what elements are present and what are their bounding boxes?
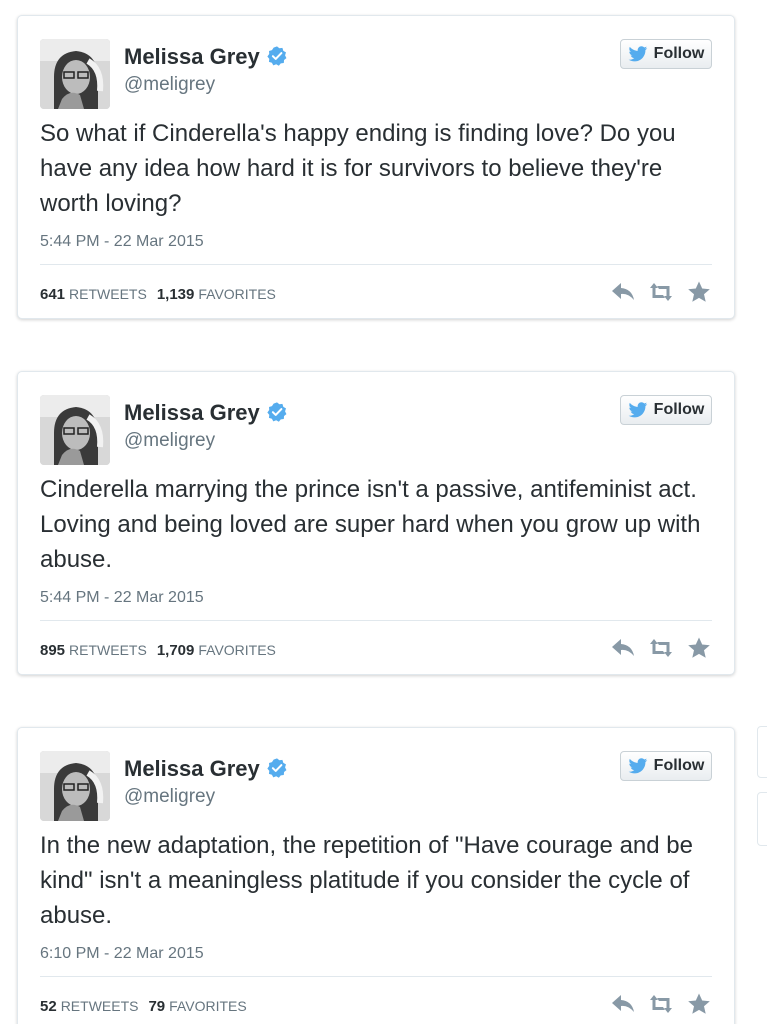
reply-icon[interactable] (610, 992, 636, 1016)
twitter-bird-icon (628, 401, 648, 417)
verified-badge-icon (267, 758, 287, 778)
favorite-count[interactable]: 1,139 (157, 286, 195, 303)
tweet-actions (610, 636, 712, 660)
page: Melissa Grey @meligrey Follow So what if… (0, 0, 767, 1024)
retweet-icon[interactable] (648, 280, 674, 304)
avatar[interactable] (40, 751, 110, 821)
tweet-text: In the new adaptation, the repetition of… (40, 832, 693, 929)
display-name[interactable]: Melissa Grey (124, 44, 288, 70)
twitter-bird-icon (628, 45, 648, 61)
display-name[interactable]: Melissa Grey (124, 400, 288, 426)
retweet-count[interactable]: 641 (40, 286, 65, 303)
retweets-label[interactable]: RETWEETS (69, 286, 147, 302)
favorite-count[interactable]: 79 (148, 998, 165, 1015)
side-card (757, 726, 767, 778)
retweets-label[interactable]: RETWEETS (61, 998, 139, 1014)
reply-icon[interactable] (610, 280, 636, 304)
twitter-bird-icon (628, 757, 648, 773)
divider (40, 620, 712, 621)
star-icon[interactable] (686, 992, 712, 1016)
favorites-label[interactable]: FAVORITES (169, 998, 247, 1014)
tweet-timestamp[interactable]: 5:44 PM - 22 Mar 2015 (40, 232, 204, 252)
retweet-count[interactable]: 52 (40, 998, 57, 1015)
follow-button[interactable]: Follow (620, 395, 712, 425)
favorite-count[interactable]: 1,709 (157, 642, 195, 659)
tweet-stats: 641 RETWEETS 1,139 FAVORITES (40, 286, 286, 303)
star-icon[interactable] (686, 280, 712, 304)
user-handle[interactable]: @meligrey (124, 786, 215, 808)
favorites-label[interactable]: FAVORITES (198, 642, 276, 658)
retweet-icon[interactable] (648, 636, 674, 660)
avatar[interactable] (40, 39, 110, 109)
divider (40, 264, 712, 265)
tweet-card: Melissa Grey @meligrey Follow Cinderella… (17, 371, 735, 675)
tweet-stats: 52 RETWEETS 79 FAVORITES (40, 998, 257, 1015)
follow-button[interactable]: Follow (620, 39, 712, 69)
follow-label: Follow (653, 401, 705, 418)
tweet-timestamp[interactable]: 6:10 PM - 22 Mar 2015 (40, 944, 204, 964)
tweet-text: Cinderella marrying the prince isn't a p… (40, 476, 701, 573)
user-handle[interactable]: @meligrey (124, 430, 215, 452)
display-name-text[interactable]: Melissa Grey (124, 756, 260, 781)
display-name-text[interactable]: Melissa Grey (124, 400, 260, 425)
reply-icon[interactable] (610, 636, 636, 660)
tweet-stats: 895 RETWEETS 1,709 FAVORITES (40, 642, 286, 659)
follow-label: Follow (653, 45, 705, 62)
divider (40, 976, 712, 977)
follow-button[interactable]: Follow (620, 751, 712, 781)
follow-label: Follow (653, 757, 705, 774)
display-name-text[interactable]: Melissa Grey (124, 44, 260, 69)
verified-badge-icon (267, 402, 287, 422)
tweet-text: So what if Cinderella's happy ending is … (40, 120, 676, 217)
tweet-actions (610, 280, 712, 304)
side-card (757, 792, 767, 846)
tweet-card: Melissa Grey @meligrey Follow In the new… (17, 727, 735, 1024)
tweet-actions (610, 992, 712, 1016)
tweet-card: Melissa Grey @meligrey Follow So what if… (17, 15, 735, 319)
avatar[interactable] (40, 395, 110, 465)
retweet-icon[interactable] (648, 992, 674, 1016)
star-icon[interactable] (686, 636, 712, 660)
retweets-label[interactable]: RETWEETS (69, 642, 147, 658)
verified-badge-icon (267, 46, 287, 66)
favorites-label[interactable]: FAVORITES (198, 286, 276, 302)
retweet-count[interactable]: 895 (40, 642, 65, 659)
display-name[interactable]: Melissa Grey (124, 756, 288, 782)
tweet-timestamp[interactable]: 5:44 PM - 22 Mar 2015 (40, 588, 204, 608)
user-handle[interactable]: @meligrey (124, 74, 215, 96)
